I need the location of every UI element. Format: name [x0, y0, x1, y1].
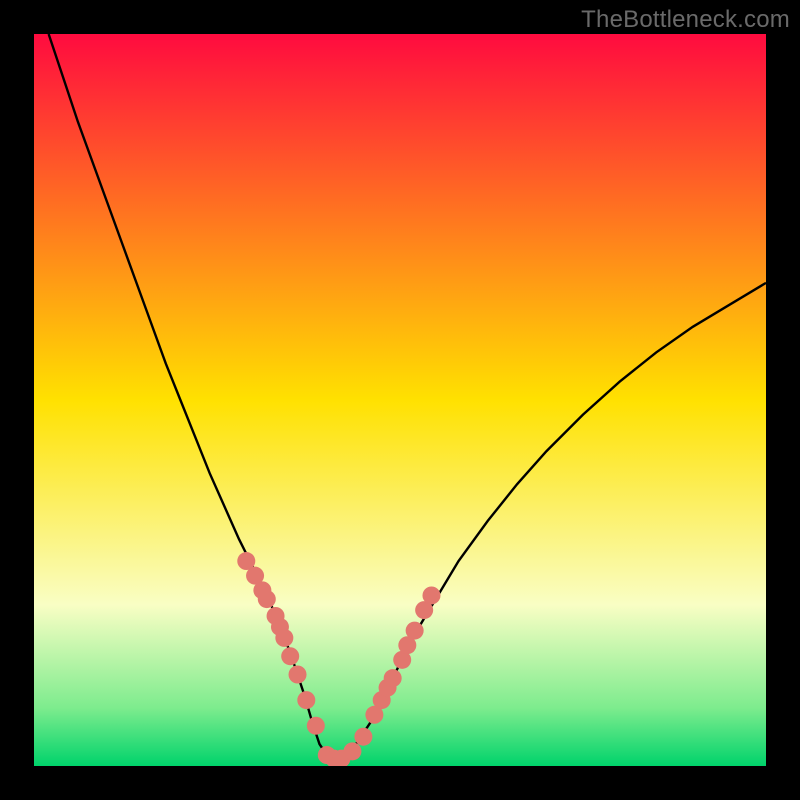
marker-point: [297, 691, 315, 709]
marker-point: [343, 742, 361, 760]
marker-point: [422, 586, 440, 604]
plot-area: [34, 34, 766, 766]
marker-point: [354, 728, 372, 746]
marker-point: [384, 669, 402, 687]
marker-point: [258, 590, 276, 608]
marker-point: [406, 622, 424, 640]
bottleneck-chart: [34, 34, 766, 766]
marker-point: [281, 647, 299, 665]
marker-point: [275, 629, 293, 647]
watermark-text: TheBottleneck.com: [581, 6, 790, 34]
marker-point: [289, 666, 307, 684]
chart-frame: TheBottleneck.com: [0, 0, 800, 800]
marker-point: [307, 717, 325, 735]
